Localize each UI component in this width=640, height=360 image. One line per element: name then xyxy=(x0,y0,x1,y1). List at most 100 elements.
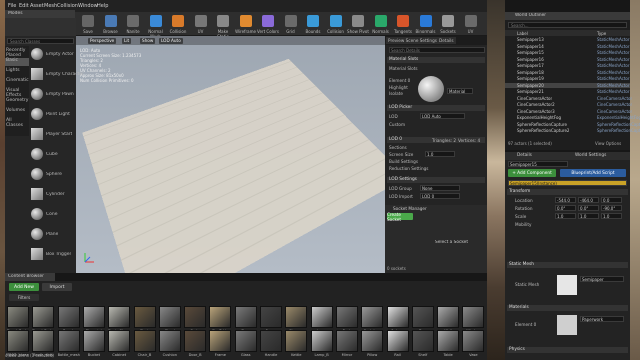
transform-field[interactable]: 0.0° xyxy=(555,205,576,211)
menu-mesh[interactable]: Mesh xyxy=(44,3,57,9)
tab-preview-scene[interactable]: Preview Scene Settings xyxy=(386,37,439,44)
toolbar-button[interactable]: Grid xyxy=(280,13,302,35)
asset-thumbnail[interactable] xyxy=(411,330,434,352)
toolbar-button[interactable]: Collision xyxy=(167,13,189,35)
toolbar-button[interactable]: UV xyxy=(190,13,212,35)
search-classes-input[interactable]: Search Classes xyxy=(7,38,74,44)
transform-field[interactable]: 1.0 xyxy=(601,213,622,219)
toolbar-button[interactable]: Show Pivot xyxy=(347,13,369,35)
sections-label[interactable]: Sections xyxy=(389,145,407,150)
material-thumbnail[interactable] xyxy=(557,315,577,335)
show-button[interactable]: Show xyxy=(140,38,156,44)
tab-details-right[interactable]: Details xyxy=(517,153,532,158)
asset-thumbnail[interactable] xyxy=(32,330,55,352)
asset-thumbnail[interactable] xyxy=(462,306,485,328)
asset-thumbnail[interactable] xyxy=(108,306,131,328)
place-actor-item[interactable]: Empty Actor xyxy=(31,48,75,60)
material-slots-header[interactable]: Material Slots xyxy=(387,57,485,63)
menu-window[interactable]: Window xyxy=(78,3,98,9)
transform-field[interactable]: -464.0 xyxy=(578,197,599,203)
asset-thumbnail[interactable] xyxy=(82,330,105,352)
details-search-input[interactable]: Search Details xyxy=(389,47,485,53)
outliner-row[interactable]: Semipaper15 StaticMeshActor xyxy=(505,50,630,55)
asset-thumbnail[interactable] xyxy=(386,306,409,328)
category-item[interactable]: Visual Effects xyxy=(5,88,29,98)
world-outliner-tab[interactable]: World Outliner xyxy=(505,12,630,20)
asset-thumbnail[interactable] xyxy=(260,306,282,328)
asset-thumbnail[interactable] xyxy=(57,306,80,328)
outliner-row[interactable]: ExponentialHeightFog ExponentialHeightFog xyxy=(505,115,640,120)
menu-asset[interactable]: Asset xyxy=(30,3,44,9)
outliner-row[interactable]: Semipaper17 StaticMeshActor xyxy=(505,63,630,68)
asset-thumbnail[interactable] xyxy=(411,306,434,328)
build-settings-label[interactable]: Build Settings xyxy=(389,159,418,164)
place-actor-item[interactable]: Sphere xyxy=(31,168,75,180)
asset-thumbnail[interactable] xyxy=(361,306,384,328)
outliner-row[interactable]: Semipaper20 StaticMeshActor xyxy=(505,82,630,88)
place-actor-item[interactable]: Cube xyxy=(31,148,75,160)
tab-details[interactable]: Details xyxy=(437,37,456,44)
menu-help[interactable]: Help xyxy=(97,3,108,9)
asset-thumbnail[interactable] xyxy=(310,306,333,328)
place-actor-item[interactable]: Cylinder xyxy=(31,188,75,200)
place-actor-item[interactable]: Empty Pawn xyxy=(31,88,75,100)
asset-thumbnail[interactable] xyxy=(7,306,29,328)
category-item[interactable]: Geometry xyxy=(5,98,29,106)
asset-thumbnail[interactable] xyxy=(158,306,181,328)
lod-import-dropdown[interactable]: LOD 0 xyxy=(420,193,460,199)
place-actor-item[interactable]: Box Trigger xyxy=(31,248,75,260)
material-right-dropdown[interactable]: Paperwork xyxy=(580,316,624,322)
outliner-row[interactable]: Semipaper13 StaticMeshActor xyxy=(505,37,630,42)
category-item[interactable]: Basic xyxy=(5,58,29,66)
perspective-button[interactable]: Perspective xyxy=(88,38,117,44)
materials-header[interactable]: Materials xyxy=(507,305,628,311)
asset-thumbnail[interactable] xyxy=(133,306,156,328)
asset-thumbnail[interactable] xyxy=(260,330,282,352)
outliner-search-input[interactable]: Search... xyxy=(508,22,627,28)
category-item[interactable]: Cinematic xyxy=(5,78,29,86)
toolbar-button[interactable]: UV xyxy=(460,13,482,35)
category-item[interactable]: Volumes xyxy=(5,108,29,116)
asset-thumbnail[interactable] xyxy=(437,306,460,328)
place-actor-item[interactable]: Player Start xyxy=(31,128,75,140)
toolbar-button[interactable]: Normal Mesh xyxy=(145,13,167,39)
toolbar-button[interactable]: Tangents xyxy=(392,13,414,35)
lod-group-dropdown[interactable]: None xyxy=(420,185,460,191)
menu-edit[interactable]: Edit xyxy=(19,3,29,9)
asset-thumbnail[interactable] xyxy=(108,330,131,352)
lod-picker-header[interactable]: LOD Picker xyxy=(387,105,485,111)
asset-thumbnail[interactable] xyxy=(209,330,232,352)
asset-thumbnail[interactable] xyxy=(310,330,333,352)
add-component-button[interactable]: + Add Component xyxy=(508,169,556,177)
category-item[interactable]: All Classes xyxy=(5,118,29,128)
asset-thumbnail[interactable] xyxy=(7,330,29,352)
toolbar-button[interactable]: Save xyxy=(77,13,99,35)
outliner-row[interactable]: CineCameraActor3 CineCameraActor xyxy=(505,109,632,114)
toolbar-button[interactable]: Normals xyxy=(370,13,392,35)
outliner-view-options[interactable]: View Options xyxy=(595,141,621,146)
toolbar-button[interactable]: Vert Colors xyxy=(257,13,279,35)
add-new-button[interactable]: Add New xyxy=(9,283,39,291)
highlight-checkbox[interactable]: Highlight xyxy=(389,85,408,90)
outliner-row[interactable]: SphereReflectionCapture2 SphereReflection… xyxy=(505,128,640,133)
asset-thumbnail[interactable] xyxy=(82,306,105,328)
asset-thumbnail[interactable] xyxy=(32,306,55,328)
asset-thumbnail[interactable] xyxy=(361,330,384,352)
place-actor-item[interactable]: Cone xyxy=(31,208,75,220)
transform-field[interactable]: -544.0 xyxy=(555,197,576,203)
category-item[interactable]: Lights xyxy=(5,68,29,76)
static-mesh-header[interactable]: Static Mesh xyxy=(507,262,628,268)
filters-button[interactable]: Filters xyxy=(9,294,39,301)
toolbar-button[interactable]: Collision xyxy=(325,13,347,35)
physics-header[interactable]: Physics xyxy=(507,347,628,353)
toolbar-button[interactable]: Bounds xyxy=(302,13,324,35)
category-item[interactable]: Recently Placed xyxy=(5,48,29,58)
asset-thumbnail[interactable] xyxy=(184,330,207,352)
outliner-row[interactable]: Semipaper21 StaticMeshActor xyxy=(505,89,630,94)
asset-thumbnail[interactable] xyxy=(335,330,358,352)
lod-auto-button[interactable]: LOD Auto xyxy=(159,38,183,44)
asset-thumbnail[interactable] xyxy=(234,306,257,328)
screen-size-field[interactable]: 1.0 xyxy=(425,151,455,157)
asset-thumbnail[interactable] xyxy=(209,306,232,328)
asset-thumbnail[interactable] xyxy=(285,306,308,328)
